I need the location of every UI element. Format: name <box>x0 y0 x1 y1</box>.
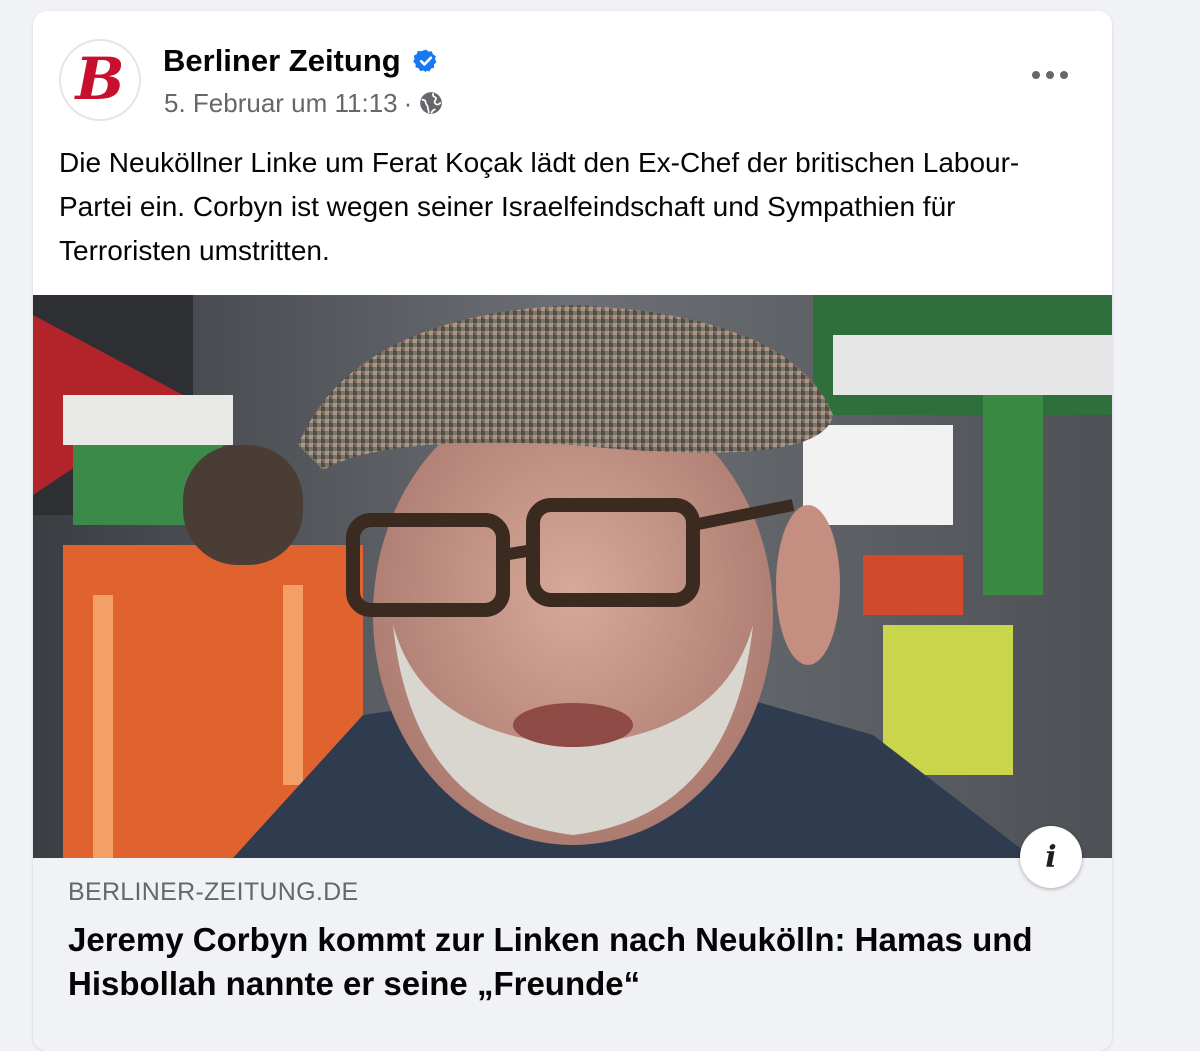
page-name-row: Berliner Zeitung <box>163 41 439 81</box>
post-meta: 5. Februar um 11:13 · <box>164 87 444 119</box>
link-preview-image[interactable] <box>33 295 1112 858</box>
verified-badge-icon <box>412 48 439 74</box>
avatar-logo-letter: B <box>75 45 125 113</box>
globe-icon[interactable] <box>418 90 444 116</box>
meta-separator: · <box>403 87 413 118</box>
post-text: Die Neuköllner Linke um Ferat Koçak lädt… <box>59 147 1020 266</box>
link-title[interactable]: Jeremy Corbyn kommt zur Linken nach Neuk… <box>68 918 1078 1006</box>
link-preview[interactable]: BERLINER-ZEITUNG.DE Jeremy Corbyn kommt … <box>33 858 1112 1051</box>
info-button[interactable]: i <box>1020 826 1082 888</box>
link-domain: BERLINER-ZEITUNG.DE <box>68 878 359 906</box>
post-header: B Berliner Zeitung 5. Februar um 11:13 · <box>33 11 1112 141</box>
post-timestamp[interactable]: 5. Februar um 11:13 <box>164 88 398 119</box>
post-card: B Berliner Zeitung 5. Februar um 11:13 · <box>33 11 1112 1051</box>
info-icon: i <box>1045 839 1057 875</box>
corbyn-photo <box>33 295 1112 858</box>
page-name[interactable]: Berliner Zeitung <box>163 43 401 79</box>
more-options-button[interactable] <box>1022 57 1078 93</box>
more-horizontal-icon <box>1032 71 1068 79</box>
page-avatar[interactable]: B <box>59 39 141 121</box>
